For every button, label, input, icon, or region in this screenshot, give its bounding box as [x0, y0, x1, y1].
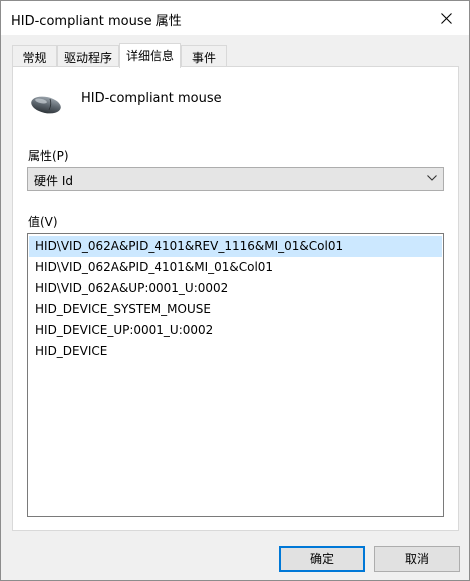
- chevron-down-icon: [427, 175, 437, 181]
- list-item[interactable]: HID\VID_062A&UP:0001_U:0002: [29, 278, 442, 299]
- mouse-icon: [30, 93, 62, 118]
- value-listbox[interactable]: HID\VID_062A&PID_4101&REV_1116&MI_01&Col…: [27, 233, 444, 517]
- tab-details[interactable]: 详细信息: [119, 43, 181, 68]
- tab-driver[interactable]: 驱动程序: [57, 45, 119, 67]
- title-bar: HID-compliant mouse 属性: [1, 1, 469, 35]
- details-panel: HID-compliant mouse 属性(P) 硬件 Id 值(V) HID…: [12, 66, 459, 531]
- window-title: HID-compliant mouse 属性: [11, 14, 182, 29]
- device-name: HID-compliant mouse: [81, 91, 222, 106]
- close-icon: [440, 12, 452, 24]
- property-label: 属性(P): [28, 149, 69, 163]
- list-item[interactable]: HID_DEVICE: [29, 341, 442, 362]
- list-item[interactable]: HID\VID_062A&PID_4101&REV_1116&MI_01&Col…: [29, 236, 442, 257]
- properties-dialog: HID-compliant mouse 属性 常规 驱动程序 详细信息 事件 H…: [0, 0, 470, 581]
- ok-button[interactable]: 确定: [279, 546, 365, 572]
- list-item[interactable]: HID_DEVICE_UP:0001_U:0002: [29, 320, 442, 341]
- list-item[interactable]: HID\VID_062A&PID_4101&MI_01&Col01: [29, 257, 442, 278]
- list-item[interactable]: HID_DEVICE_SYSTEM_MOUSE: [29, 299, 442, 320]
- tab-events[interactable]: 事件: [181, 45, 227, 67]
- cancel-button[interactable]: 取消: [374, 546, 460, 572]
- tab-general[interactable]: 常规: [12, 45, 57, 67]
- close-button[interactable]: [423, 1, 469, 35]
- property-select[interactable]: 硬件 Id: [27, 167, 444, 191]
- property-select-value: 硬件 Id: [34, 174, 73, 188]
- value-label: 值(V): [28, 215, 58, 229]
